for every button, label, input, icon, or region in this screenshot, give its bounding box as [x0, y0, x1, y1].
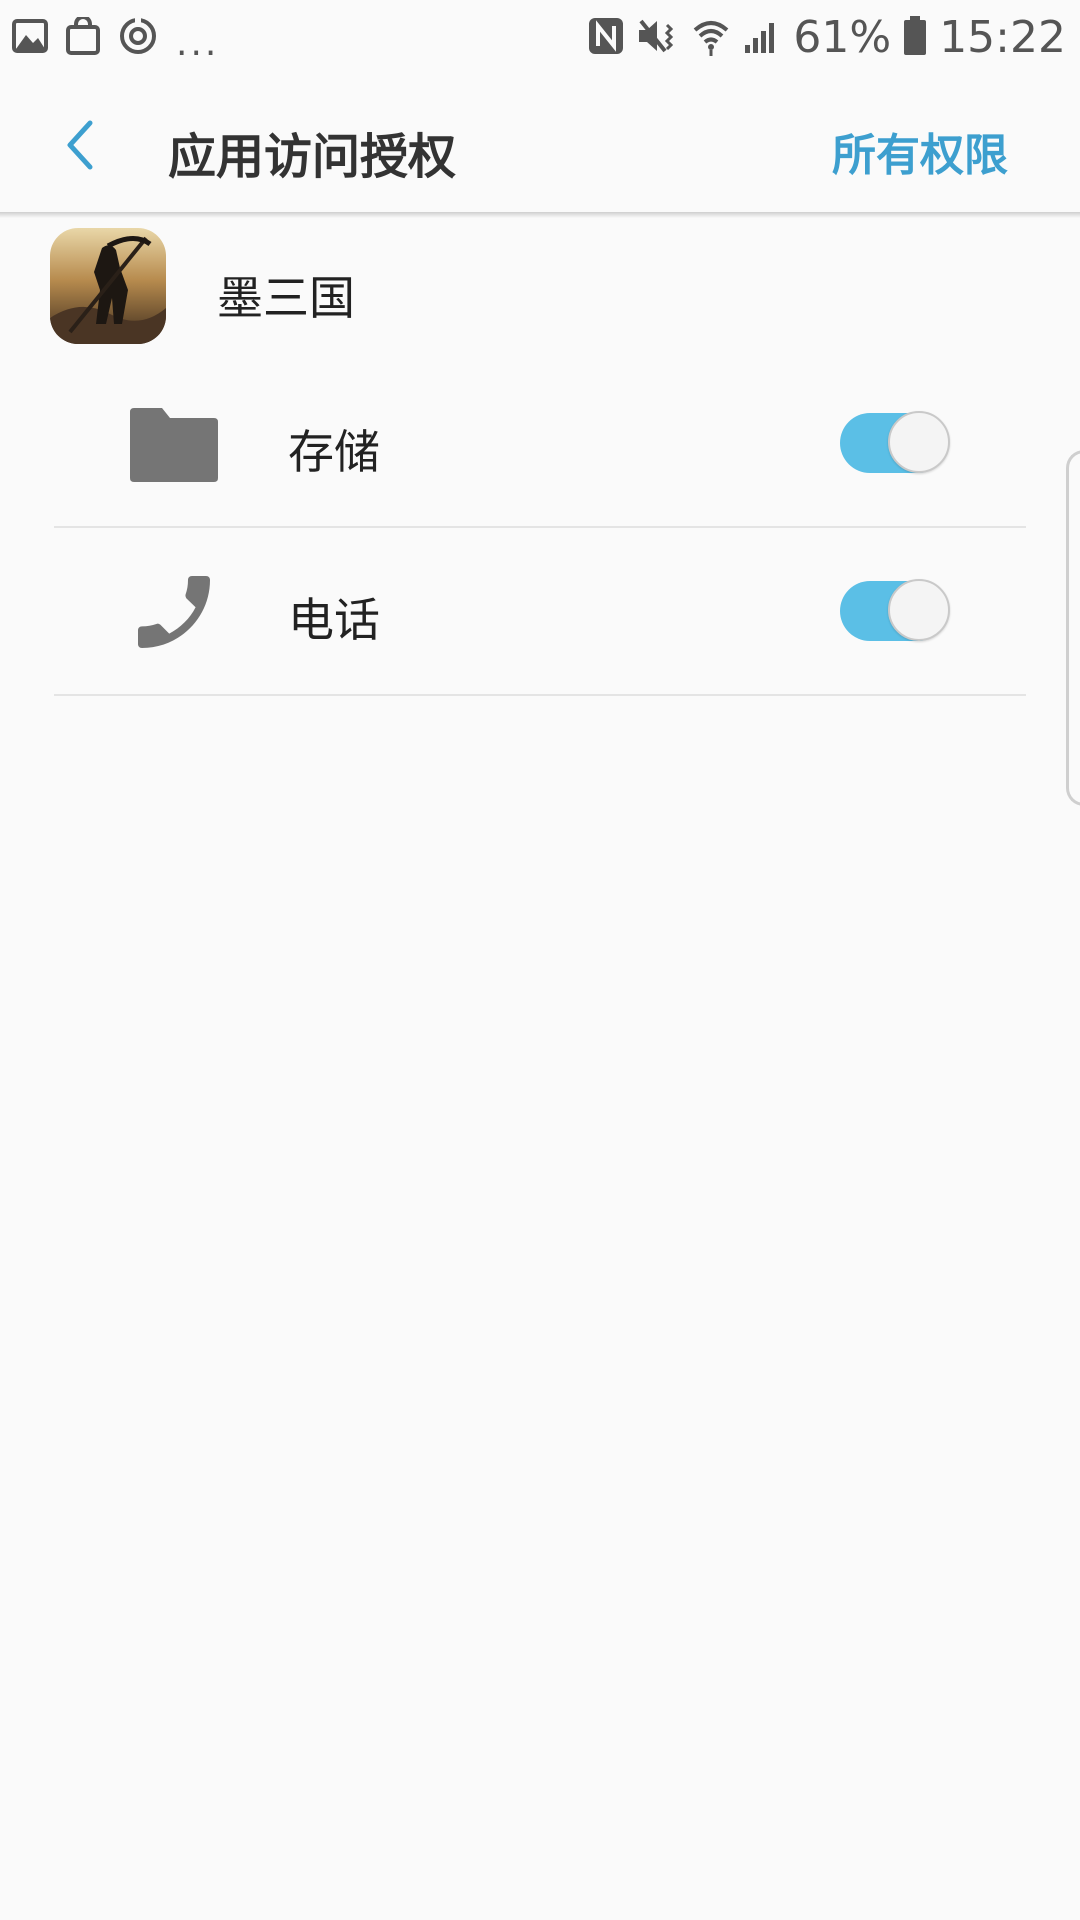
divider — [54, 694, 1026, 696]
toggle-thumb — [888, 579, 950, 641]
phone-toggle[interactable] — [840, 579, 952, 642]
all-permissions-button[interactable]: 所有权限 — [832, 119, 1008, 183]
permission-label: 存储 — [288, 425, 380, 479]
notification-icons: ... — [12, 14, 220, 64]
permission-row-phone[interactable]: 电话 — [0, 528, 1080, 696]
app-name: 墨三国 — [217, 271, 355, 325]
app-info: 墨三国 — [0, 226, 1080, 352]
signal-icon — [743, 17, 781, 59]
folder-icon — [126, 396, 222, 492]
edge-panel-handle[interactable] — [1066, 450, 1080, 806]
status-bar: ... 61% 15:22 — [0, 0, 1080, 75]
back-button[interactable] — [56, 115, 116, 175]
permission-label: 电话 — [288, 593, 380, 647]
sync-icon — [118, 16, 158, 60]
wifi-icon — [691, 16, 731, 60]
more-notifications-indicator: ... — [176, 22, 220, 64]
app-bar-divider — [0, 212, 1080, 218]
battery-percent: 61% — [793, 12, 892, 63]
clock: 15:22 — [939, 12, 1066, 63]
nfc-icon — [587, 16, 625, 60]
permission-row-storage[interactable]: 存储 — [0, 360, 1080, 528]
mute-vibrate-icon — [637, 17, 679, 59]
page-title: 应用访问授权 — [168, 129, 457, 185]
storage-toggle[interactable] — [840, 411, 952, 474]
chevron-left-icon — [56, 120, 116, 179]
gallery-icon — [12, 19, 48, 57]
game-app-icon — [50, 228, 166, 344]
toggle-thumb — [888, 411, 950, 473]
shopping-bag-icon — [66, 15, 100, 59]
battery-icon — [903, 16, 927, 60]
phone-icon — [126, 564, 222, 660]
system-indicators: 61% 15:22 — [587, 10, 1066, 66]
app-bar: 应用访问授权 所有权限 — [0, 75, 1080, 213]
